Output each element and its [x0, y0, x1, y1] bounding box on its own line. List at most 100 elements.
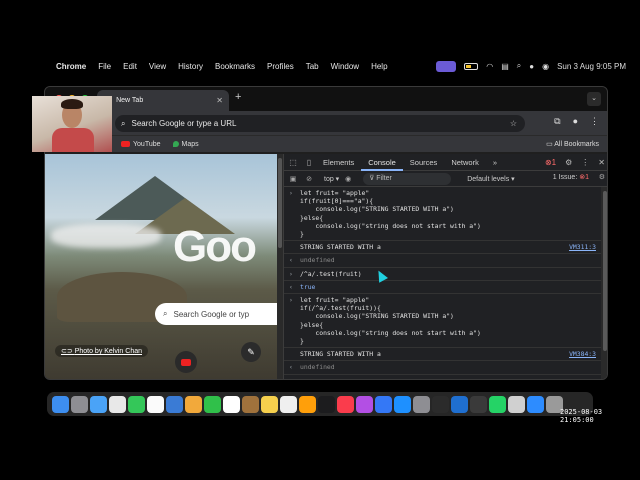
bookmark-youtube[interactable]: YouTube — [121, 141, 161, 148]
bookmarks-bar: YouTube Maps ▭ All Bookmarks — [45, 135, 607, 152]
new-tab-button[interactable]: + — [235, 91, 241, 103]
code-line: let fruit= "apple" — [300, 189, 370, 197]
tab-network[interactable]: Network — [444, 154, 486, 171]
console-scrollbar[interactable] — [601, 187, 607, 379]
battery-icon[interactable] — [464, 62, 479, 70]
notes-folder-icon[interactable] — [242, 395, 259, 413]
menu-tab[interactable]: Tab — [306, 62, 319, 71]
zoom-icon[interactable] — [527, 395, 544, 413]
menu-view[interactable]: View — [149, 62, 166, 71]
console-filter-input[interactable]: ⊽ Filter — [363, 172, 452, 185]
console-log[interactable]: › let fruit= "apple" if(fruit[0]==="a"){… — [284, 187, 602, 379]
settings-icon[interactable] — [413, 395, 430, 413]
bookmark-star-icon[interactable]: ☆ — [510, 119, 517, 128]
inspect-element-icon[interactable]: ⬚ — [286, 158, 300, 167]
chrome-icon[interactable] — [109, 395, 126, 413]
music-icon[interactable] — [337, 395, 354, 413]
console-input-entry[interactable]: › /^a/.test(fruit) — [284, 268, 602, 281]
photos-icon[interactable] — [185, 395, 202, 413]
search-icon[interactable]: ⌕ — [517, 61, 521, 71]
source-link[interactable]: VM311:3 — [569, 243, 596, 251]
omnibox-placeholder: Search Google or type a URL — [131, 119, 237, 128]
photos-icon[interactable] — [147, 395, 164, 413]
code-line: console.log("string does not start with … — [300, 221, 481, 230]
vscode-icon[interactable] — [451, 395, 468, 413]
webcam-overlay — [32, 96, 112, 152]
console-log-output: STRING STARTED WITH a VM311:3 — [284, 241, 602, 255]
error-count-badge[interactable]: ⊗1 — [545, 158, 556, 167]
log-text: STRING STARTED WITH a — [300, 243, 381, 252]
settings-gear-icon[interactable]: ⚙ — [565, 158, 572, 167]
device-toolbar-icon[interactable]: ▯ — [302, 158, 316, 167]
mail-icon[interactable] — [166, 395, 183, 413]
terminal-icon[interactable] — [432, 395, 449, 413]
control-center-icon[interactable]: ▤ — [501, 62, 509, 71]
all-bookmarks-button[interactable]: ▭ All Bookmarks — [546, 140, 599, 148]
source-link[interactable]: VM384:3 — [569, 350, 596, 358]
kebab-menu-icon[interactable]: ⋮ — [590, 116, 599, 127]
menu-file[interactable]: File — [98, 62, 111, 71]
issues-counter[interactable]: 1 Issue: ⊗1 — [553, 173, 589, 181]
tab-new-tab[interactable]: ◎ New Tab ✕ — [97, 90, 229, 111]
ntp-search-placeholder: Search Google or typ — [173, 309, 250, 319]
sidebar-toggle-icon[interactable]: ▣ — [286, 175, 300, 183]
return-text: true — [300, 282, 316, 291]
siri-icon[interactable]: ◉ — [542, 62, 549, 71]
reminders-icon[interactable] — [280, 395, 297, 413]
return-arrow-icon: ‹ — [289, 363, 293, 372]
app-store-icon[interactable] — [375, 395, 392, 413]
notes-icon[interactable] — [261, 395, 278, 413]
activity-monitor-icon[interactable] — [470, 395, 487, 413]
messages-icon[interactable] — [128, 395, 145, 413]
keynote-icon[interactable] — [299, 395, 316, 413]
clear-console-icon[interactable]: ⊘ — [302, 175, 316, 183]
safari-icon[interactable] — [90, 395, 107, 413]
menu-help[interactable]: Help — [371, 62, 387, 71]
youtube-shortcut-icon[interactable] — [175, 351, 197, 373]
customize-pencil-icon[interactable]: ✎ — [241, 342, 261, 362]
profile-avatar-icon[interactable]: ● — [573, 116, 578, 127]
tab-elements[interactable]: Elements — [316, 154, 361, 171]
extensions-icon[interactable]: ⧉ — [554, 116, 560, 127]
bookmark-maps[interactable]: Maps — [172, 141, 199, 148]
eye-icon[interactable]: ◉ — [341, 175, 355, 183]
tab-console[interactable]: Console — [361, 154, 403, 171]
console-input-entry[interactable]: › let fruit= "apple" if(fruit[0]==="a"){… — [284, 187, 602, 242]
menu-history[interactable]: History — [178, 62, 203, 71]
app-store-icon[interactable] — [394, 395, 411, 413]
user-icon[interactable]: ● — [529, 62, 534, 71]
input-chevron-icon: › — [289, 269, 293, 278]
menu-bookmarks[interactable]: Bookmarks — [215, 62, 255, 71]
menu-edit[interactable]: Edit — [123, 62, 137, 71]
video-timestamp: 2025-08-03 21:05:00 — [560, 408, 603, 424]
kebab-menu-icon[interactable]: ⋮ — [581, 158, 589, 167]
code-line: let fruit= "apple" — [300, 296, 370, 305]
devtools-panel: ⬚ ▯ Elements Console Sources Network » ⊗… — [283, 154, 607, 379]
omnibox[interactable]: ⌕ Search Google or type a URL ☆ — [115, 115, 525, 132]
log-levels-dropdown[interactable]: Default levels ▾ — [467, 175, 515, 183]
close-devtools-icon[interactable]: ✕ — [598, 158, 605, 167]
console-settings-gear-icon[interactable]: ⚙ — [599, 173, 605, 181]
whatsapp-icon[interactable] — [489, 395, 506, 413]
tv-icon[interactable] — [318, 395, 335, 413]
app-menu-chrome[interactable]: Chrome — [56, 62, 86, 71]
finder-icon[interactable] — [52, 395, 69, 413]
ntp-search-box[interactable]: ⌕ Search Google or typ — [155, 303, 277, 325]
menu-profiles[interactable]: Profiles — [267, 62, 294, 71]
menu-window[interactable]: Window — [331, 62, 359, 71]
clock-datetime[interactable]: Sun 3 Aug 9:05 PM — [557, 62, 626, 71]
preview-icon[interactable] — [508, 395, 525, 413]
more-tabs-button[interactable]: » — [486, 154, 504, 171]
calendar-icon[interactable] — [223, 395, 240, 413]
photo-credit-link[interactable]: ⊂⊃ Photo by Kelvin Chan — [55, 345, 149, 357]
launchpad-icon[interactable] — [71, 395, 88, 413]
facetime-icon[interactable] — [204, 395, 221, 413]
close-tab-icon[interactable]: ✕ — [216, 96, 223, 105]
screen-record-icon[interactable] — [436, 60, 457, 72]
tab-sources[interactable]: Sources — [403, 154, 445, 171]
console-input-entry[interactable]: › let fruit= "apple" if(/^a/.test(fruit)… — [284, 294, 602, 349]
tab-search-chevron-icon[interactable]: ⌄ — [587, 92, 601, 106]
context-selector[interactable]: top ▾ — [324, 175, 339, 183]
wifi-icon[interactable]: ◠ — [486, 62, 493, 71]
podcasts-icon[interactable] — [356, 395, 373, 413]
